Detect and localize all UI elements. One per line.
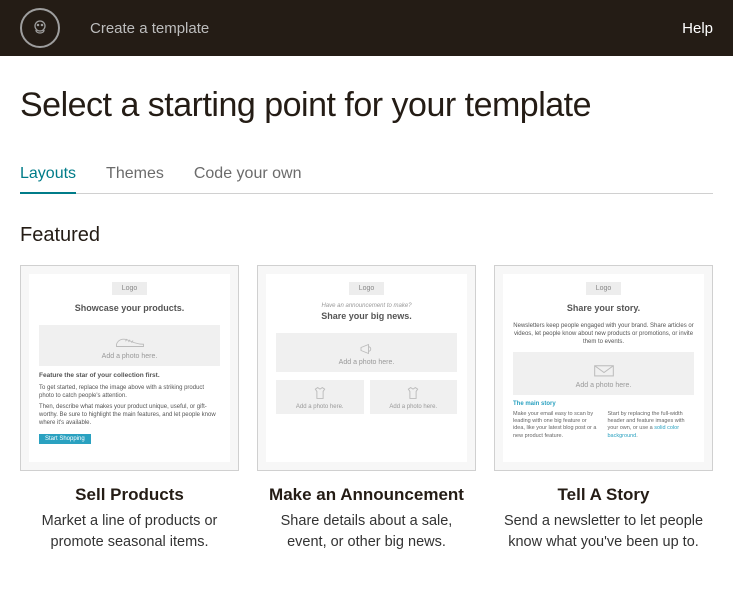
tab-themes[interactable]: Themes — [106, 165, 164, 193]
shoe-icon — [115, 335, 145, 349]
card-title: Make an Announcement — [257, 485, 476, 505]
tshirt-icon — [312, 386, 328, 400]
photo-placeholder: Add a photo here. — [370, 380, 458, 414]
mailchimp-logo-icon[interactable] — [20, 8, 60, 48]
template-grid: Logo Showcase your products. Add a photo… — [20, 265, 713, 553]
template-card-make-announcement[interactable]: Logo Have an announcement to make? Share… — [257, 265, 476, 553]
template-thumb: Logo Showcase your products. Add a photo… — [20, 265, 239, 471]
photo-placeholder: Add a photo here. — [276, 333, 457, 372]
page-title: Select a starting point for your templat… — [20, 86, 713, 125]
template-card-tell-story[interactable]: Logo Share your story. Newsletters keep … — [494, 265, 713, 553]
thumb-heading: Share your story. — [513, 303, 694, 313]
help-link[interactable]: Help — [682, 20, 713, 37]
tab-code-your-own[interactable]: Code your own — [194, 165, 302, 193]
photo-placeholder: Add a photo here. — [276, 380, 364, 414]
tab-layouts[interactable]: Layouts — [20, 165, 76, 193]
template-thumb: Logo Have an announcement to make? Share… — [257, 265, 476, 471]
logo-chip: Logo — [586, 282, 622, 295]
card-desc: Share details about a sale, event, or ot… — [257, 511, 476, 553]
card-title: Tell A Story — [494, 485, 713, 505]
template-thumb: Logo Share your story. Newsletters keep … — [494, 265, 713, 471]
template-card-sell-products[interactable]: Logo Showcase your products. Add a photo… — [20, 265, 239, 553]
content: Select a starting point for your templat… — [0, 56, 733, 593]
logo-chip: Logo — [349, 282, 385, 295]
thumb-heading: Showcase your products. — [39, 303, 220, 313]
section-title: Featured — [20, 224, 713, 247]
thumb-heading: Share your big news. — [276, 311, 457, 321]
cta-chip: Start Shopping — [39, 434, 91, 444]
tabs: Layouts Themes Code your own — [20, 165, 713, 194]
envelope-icon — [593, 362, 615, 378]
topbar: Create a template Help — [0, 0, 733, 56]
photo-placeholder: Add a photo here. — [513, 352, 694, 395]
topbar-title: Create a template — [90, 20, 209, 37]
logo-chip: Logo — [112, 282, 148, 295]
photo-placeholder: Add a photo here. — [39, 325, 220, 366]
card-title: Sell Products — [20, 485, 239, 505]
card-desc: Send a newsletter to let people know wha… — [494, 511, 713, 553]
megaphone-icon — [358, 343, 376, 355]
card-desc: Market a line of products or promote sea… — [20, 511, 239, 553]
tshirt-icon — [405, 386, 421, 400]
